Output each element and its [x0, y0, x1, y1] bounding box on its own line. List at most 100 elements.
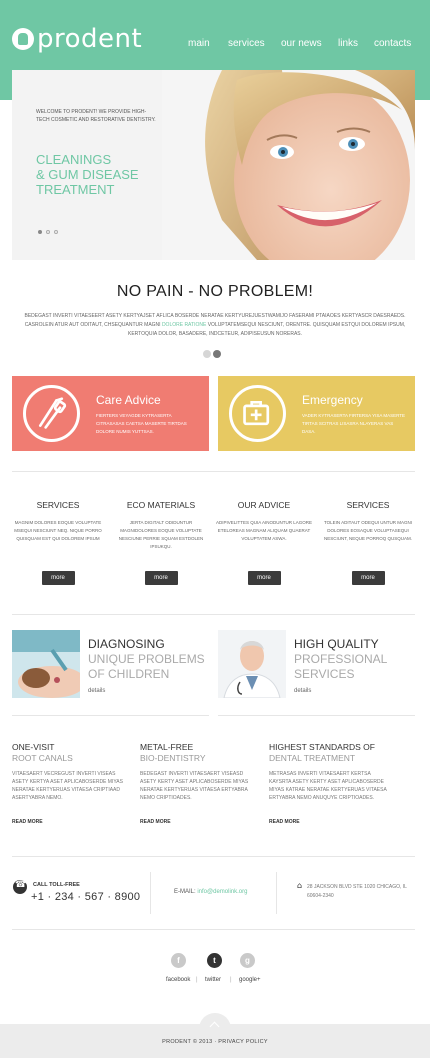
nav-main[interactable]: main: [188, 38, 210, 49]
email: E-MAIL: info@demolink.org: [174, 889, 247, 895]
contact-separator: [276, 872, 277, 914]
nav-services[interactable]: services: [228, 38, 265, 49]
read-more-link[interactable]: READ MORE: [12, 819, 43, 825]
hero-title-line: & GUM DISEASE: [36, 167, 139, 182]
info-title: HIGHEST STANDARDS OF DENTAL TREATMENT: [269, 742, 394, 764]
hero-image: [162, 70, 415, 260]
social-separator: |: [230, 977, 232, 983]
info-column: METAL-FREE BIO-DENTISTRY Bedegast invert…: [140, 742, 255, 802]
slider-pagination: [38, 230, 58, 234]
nav-our-news[interactable]: our news: [281, 38, 322, 49]
footer-text[interactable]: PRODENT © 2013 · PRIVACY POLICY: [0, 1039, 430, 1045]
info-title-main: METAL-FREE: [140, 742, 194, 752]
logo[interactable]: prodent: [12, 24, 142, 54]
google-plus-icon[interactable]: g: [240, 953, 255, 968]
divider: [12, 856, 415, 857]
call-label: CALL TOLL-FREE: [33, 882, 80, 888]
service-text: JERTA DIGITALT ODIDUNTUR MAGNIDOLORES EO…: [118, 520, 204, 549]
logo-text: prodent: [37, 24, 143, 54]
hero-title: CLEANINGS & GUM DISEASE TREATMENT: [36, 152, 166, 197]
phone-number[interactable]: +1 · 234 · 567 · 8900: [31, 891, 140, 903]
nav-links[interactable]: links: [338, 38, 358, 49]
home-icon: ⌂: [297, 881, 303, 890]
care-advice-text: FIERTERS VEYAGDE KYTRASERTA CITRASASAS C…: [96, 413, 187, 434]
info-text: Bedegast inverti vitaesaert viseasd aset…: [140, 771, 249, 801]
slider-dot[interactable]: [54, 230, 58, 234]
email-label: E-MAIL:: [174, 889, 196, 895]
phone-icon: [13, 880, 27, 894]
emergency-box[interactable]: Emergency VADER KYTRASERTA FIRTERSA YISA…: [218, 376, 415, 451]
service-title: OUR ADVICE: [237, 500, 291, 510]
info-column: ONE-VISIT ROOT CANALS Vitaesaert vecregu…: [12, 742, 127, 802]
divider: [218, 715, 415, 716]
hero-title-line: CLEANINGS: [36, 152, 112, 167]
contact-separator: [150, 872, 151, 914]
service-more-button[interactable]: more: [144, 571, 178, 585]
service-column: SERVICES TOLEIN ADITAUT ODEQUI UNTUR MAG…: [319, 500, 417, 585]
twitter-icon[interactable]: t: [207, 953, 222, 968]
slider-dot[interactable]: [38, 230, 42, 234]
tooth-icon: [12, 28, 34, 50]
divider: [12, 614, 415, 615]
facebook-icon[interactable]: f: [171, 953, 186, 968]
care-advice-title: Care Advice: [96, 393, 161, 407]
details-link[interactable]: details: [294, 688, 311, 694]
address: 28 JACKSON BLVD STE 1020 CHICAGO, IL 606…: [307, 884, 407, 899]
emergency-text: VADER KYTRASERTA FIRTERSA YISA MASERTE T…: [302, 413, 406, 434]
email-link[interactable]: info@demolink.org: [197, 889, 247, 895]
twitter-link[interactable]: twitter: [205, 977, 221, 983]
divider: [12, 715, 209, 716]
info-title-main: ONE-VISIT: [12, 742, 55, 752]
children-dentist-image: [12, 630, 80, 698]
service-more-button[interactable]: more: [247, 571, 281, 585]
service-column: OUR ADVICE ADIPIVELITTES QUIA AINODUNTUR…: [215, 500, 313, 585]
feature-title-sub: OF CHILDREN: [88, 667, 170, 681]
scroll-top-icon[interactable]: [199, 1013, 231, 1037]
info-title-sub: DENTAL TREATMENT: [269, 753, 356, 763]
hero-slider: WELCOME TO PRODENT! WE PROVIDE HIGH-TECH…: [0, 70, 430, 260]
read-more-link[interactable]: READ MORE: [269, 819, 300, 825]
intro-text-highlight[interactable]: DOLORE RATIONE: [162, 322, 206, 328]
intro-title: NO PAIN - NO PROBLEM!: [116, 283, 314, 300]
info-text: Metrasas inverti vitaesaert kertsa kaysr…: [269, 771, 387, 801]
facebook-link[interactable]: facebook: [166, 977, 190, 983]
details-link[interactable]: details: [88, 688, 105, 694]
feature-title-main: HIGH QUALITY: [294, 637, 379, 651]
service-title: SERVICES: [346, 500, 390, 510]
feature-title-sub: UNIQUE PROBLEMS: [88, 652, 205, 666]
service-more-button[interactable]: more: [351, 571, 385, 585]
prev-arrow-icon[interactable]: [203, 350, 211, 358]
nav-contacts[interactable]: contacts: [374, 38, 411, 49]
social-separator: |: [196, 977, 198, 983]
service-text: ADIPIVELITTES QUIA AINODUNTUR LAGORE ETE…: [215, 520, 313, 541]
feature-title-main: DIAGNOSING: [88, 637, 165, 651]
read-more-link[interactable]: READ MORE: [140, 819, 171, 825]
service-column: SERVICES MAGNIM DOLORES EOQUE VOLUPTATE …: [9, 500, 107, 585]
service-more-button[interactable]: more: [41, 571, 75, 585]
service-text: MAGNIM DOLORES EOQUE VOLUPTATE MSEQUI NE…: [14, 520, 102, 541]
slider-dot[interactable]: [46, 230, 50, 234]
next-arrow-icon[interactable]: [213, 350, 221, 358]
hero-kicker: WELCOME TO PRODENT! WE PROVIDE HIGH-TECH…: [36, 109, 156, 123]
divider: [12, 929, 415, 930]
service-column: ECO MATERIALS JERTA DIGITALT ODIDUNTUR M…: [112, 500, 210, 585]
intro-pager: [203, 350, 221, 358]
feature-title: DIAGNOSING UNIQUE PROBLEMS OF CHILDREN: [88, 637, 205, 682]
divider: [12, 471, 415, 472]
service-title: SERVICES: [36, 500, 80, 510]
dental-tools-icon: [23, 385, 80, 442]
feature-title: HIGH QUALITY PROFESSIONAL SERVICES: [294, 637, 387, 682]
emergency-title: Emergency: [302, 393, 363, 407]
care-advice-box[interactable]: Care Advice FIERTERS VEYAGDE KYTRASERTA …: [12, 376, 209, 451]
hero-title-line: TREATMENT: [36, 182, 115, 197]
info-title-sub: ROOT CANALS: [12, 753, 73, 763]
google-plus-link[interactable]: google+: [239, 977, 261, 983]
info-title: ONE-VISIT ROOT CANALS: [12, 742, 127, 764]
intro-text: BEDEGAST INVERTI VITAESEERT ASETY KERTYA…: [12, 312, 418, 339]
service-title: ECO MATERIALS: [126, 500, 196, 510]
hero-slide: WELCOME TO PRODENT! WE PROVIDE HIGH-TECH…: [12, 70, 415, 260]
first-aid-icon: [229, 385, 286, 442]
info-title: METAL-FREE BIO-DENTISTRY: [140, 742, 255, 764]
info-title-main: HIGHEST STANDARDS OF: [269, 742, 375, 752]
info-title-sub: BIO-DENTISTRY: [140, 753, 206, 763]
